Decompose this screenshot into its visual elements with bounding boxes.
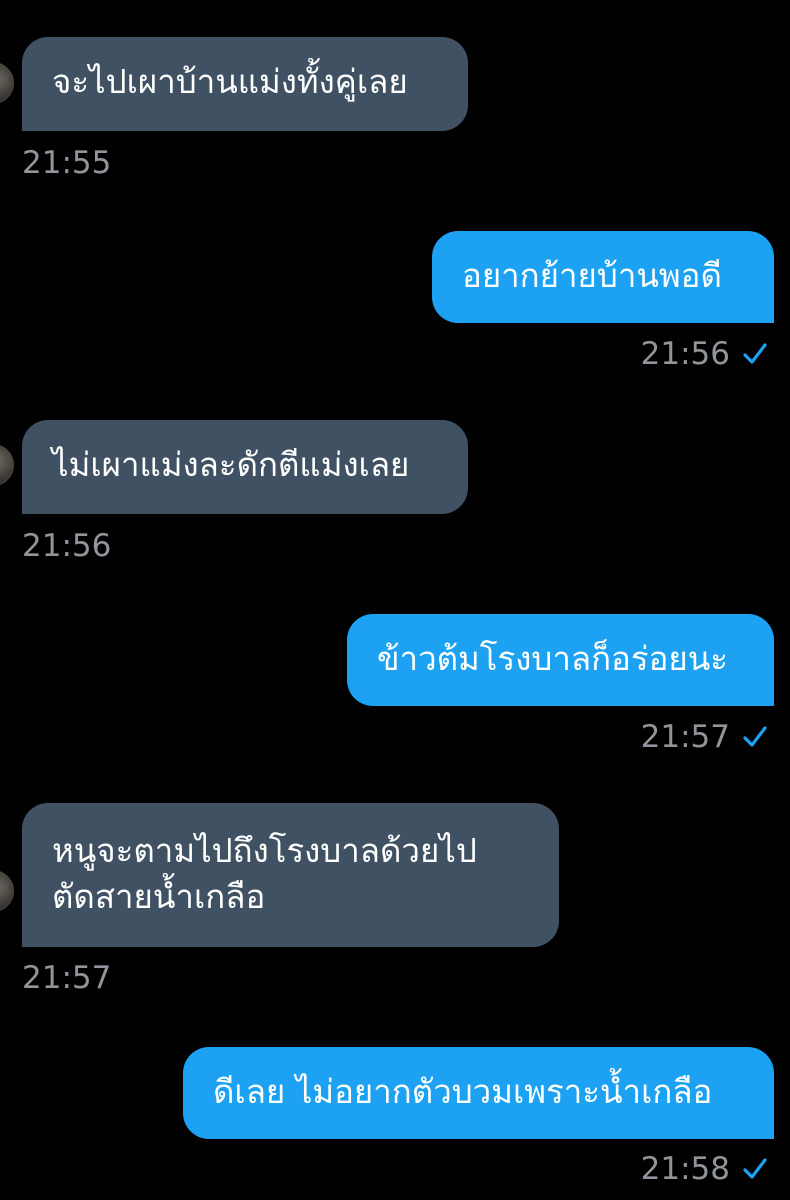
message-timestamp-row: 21:57 xyxy=(560,719,768,755)
incoming-message-bubble[interactable]: หนูจะตามไปถึงโรงบาลด้วยไป ตัดสายน้ำเกลือ xyxy=(22,803,559,947)
message-timestamp: 21:55 xyxy=(22,145,112,181)
message-text: ข้าวต้มโรงบาลก็อร่อยนะ xyxy=(377,639,729,678)
sender-avatar[interactable] xyxy=(0,870,14,912)
check-icon xyxy=(742,1156,768,1182)
message-text: อยากย้ายบ้านพอดี xyxy=(462,256,722,295)
check-icon xyxy=(742,341,768,367)
message-timestamp: 21:56 xyxy=(22,528,112,564)
outgoing-message-bubble[interactable]: ดีเลย ไม่อยากตัวบวมเพราะน้ำเกลือ xyxy=(183,1047,774,1139)
outgoing-message-bubble[interactable]: อยากย้ายบ้านพอดี xyxy=(432,231,774,323)
message-timestamp-row: 21:56 xyxy=(560,336,768,372)
message-text: ไม่เผาแม่งละดักตีแม่งเลย xyxy=(52,445,410,484)
message-text-line: หนูจะตามไปถึงโรงบาลด้วยไป xyxy=(52,831,477,870)
check-icon xyxy=(742,724,768,750)
sender-avatar[interactable] xyxy=(0,444,14,486)
message-timestamp-row: 21:58 xyxy=(560,1151,768,1187)
message-text: ดีเลย ไม่อยากตัวบวมเพราะน้ำเกลือ xyxy=(213,1072,713,1111)
outgoing-message-bubble[interactable]: ข้าวต้มโรงบาลก็อร่อยนะ xyxy=(347,614,774,706)
message-timestamp: 21:57 xyxy=(640,719,730,755)
message-timestamp: 21:56 xyxy=(640,336,730,372)
message-timestamp: 21:57 xyxy=(22,960,112,996)
incoming-message-bubble[interactable]: ไม่เผาแม่งละดักตีแม่งเลย xyxy=(22,420,468,514)
sender-avatar[interactable] xyxy=(0,62,14,104)
message-text-line: ตัดสายน้ำเกลือ xyxy=(52,877,266,916)
chat-thread: จะไปเผาบ้านแม่งทั้งคู่เลย 21:55 อยากย้าย… xyxy=(0,0,790,1200)
incoming-message-bubble[interactable]: จะไปเผาบ้านแม่งทั้งคู่เลย xyxy=(22,37,468,131)
message-text: จะไปเผาบ้านแม่งทั้งคู่เลย xyxy=(52,62,408,101)
message-timestamp: 21:58 xyxy=(640,1151,730,1187)
